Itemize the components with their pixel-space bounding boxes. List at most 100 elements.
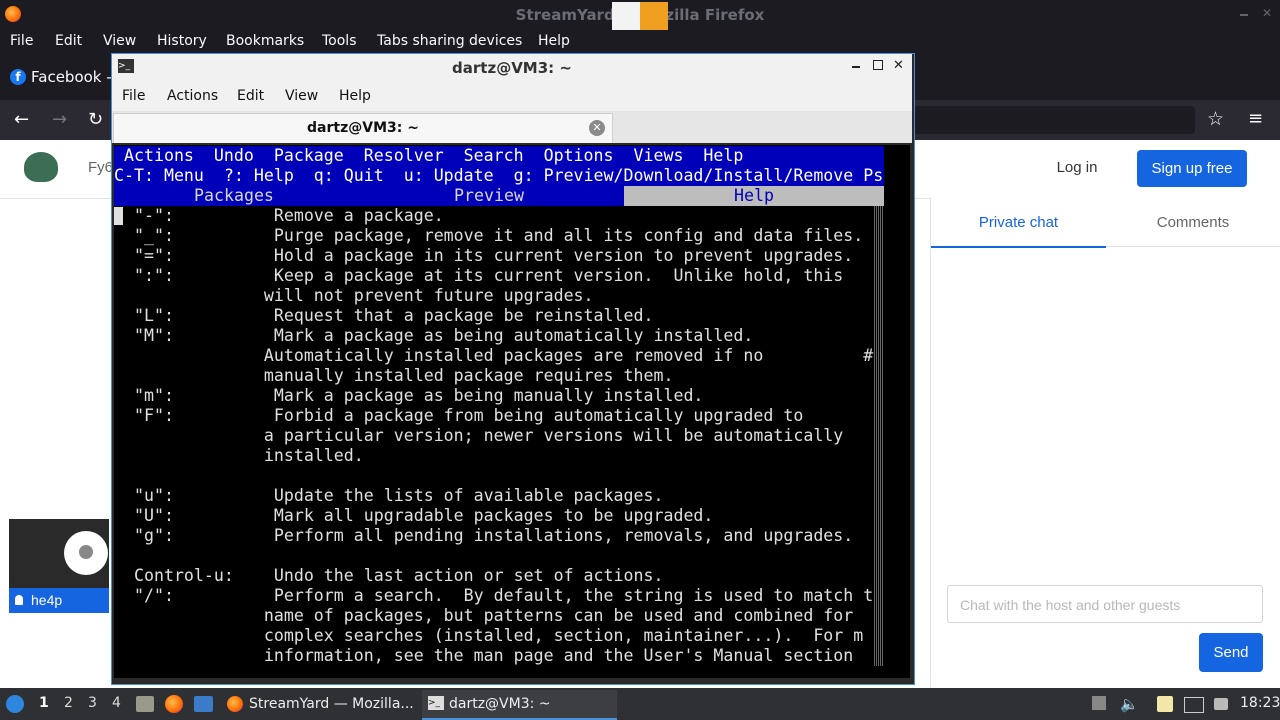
chat-input[interactable]: Chat with the host and other guests bbox=[947, 585, 1263, 623]
minimize-icon[interactable] bbox=[1240, 14, 1248, 16]
menu-bookmarks[interactable]: Bookmarks bbox=[226, 33, 304, 49]
clock[interactable]: 18:23 bbox=[1240, 695, 1280, 711]
terminal-tab[interactable]: dartz@VM3: ~ ✕ bbox=[113, 113, 613, 143]
file-manager-icon[interactable] bbox=[136, 696, 154, 712]
maximize-icon[interactable] bbox=[873, 60, 883, 70]
menu-tabs-sharing-devices[interactable]: Tabs sharing devices bbox=[377, 33, 522, 49]
menu-tools[interactable]: Tools bbox=[322, 33, 357, 49]
help-line: ":": Keep a package at its current versi… bbox=[114, 266, 844, 285]
task-terminal[interactable]: >_ dartz@VM3: ~ bbox=[422, 690, 617, 720]
workspace-2[interactable]: 2 bbox=[64, 695, 73, 711]
help-line: "m": Mark a package as being manually in… bbox=[114, 386, 704, 405]
terminal-menubar: File Actions Edit View Help bbox=[112, 81, 912, 111]
help-line: "-": Remove a package. bbox=[114, 206, 444, 225]
help-line: a particular version; newer versions wil… bbox=[114, 426, 844, 445]
user-icon bbox=[79, 545, 93, 559]
help-line: "F": Forbid a package from being automat… bbox=[114, 406, 804, 425]
help-line: "L": Request that a package be reinstall… bbox=[114, 306, 654, 325]
notes-icon[interactable] bbox=[1157, 696, 1173, 712]
guest-name-bar: he4p bbox=[9, 588, 109, 613]
terminal-titlebar: >_ dartz@VM3: ~ ✕ bbox=[112, 54, 912, 81]
help-line: installed. bbox=[114, 446, 364, 465]
person-icon bbox=[15, 595, 23, 605]
help-line bbox=[114, 466, 884, 486]
terminal-scrollbar[interactable] bbox=[874, 206, 884, 666]
network-icon[interactable] bbox=[1184, 697, 1204, 713]
terminal-icon: >_ bbox=[428, 696, 444, 710]
task-label: StreamYard — Mozilla... bbox=[249, 696, 414, 712]
task-label: dartz@VM3: ~ bbox=[449, 696, 551, 712]
help-line: Automatically installed packages are rem… bbox=[114, 346, 874, 365]
help-line: "M": Mark a package as being automatical… bbox=[114, 326, 754, 345]
notifications-icon[interactable] bbox=[1214, 698, 1228, 710]
menu-help[interactable]: Help bbox=[538, 33, 570, 49]
aptitude-keybindings: C-T: Menu ?: Help q: Quit u: Update g: P… bbox=[114, 166, 884, 186]
terminal-tab-label: dartz@VM3: ~ bbox=[307, 120, 419, 136]
aptitude-tab-help[interactable]: Help bbox=[624, 186, 884, 206]
workspace-3[interactable]: 3 bbox=[88, 695, 97, 711]
aptitude-menubar[interactable]: Actions Undo Package Resolver Search Opt… bbox=[114, 146, 884, 166]
task-streamyard-firefox[interactable]: StreamYard — Mozilla... bbox=[222, 690, 418, 718]
tab-facebook[interactable]: Facebook - l bbox=[31, 68, 121, 86]
forward-icon[interactable]: → bbox=[52, 109, 67, 130]
help-line: information, see the man page and the Us… bbox=[114, 646, 854, 665]
terminal-menu-edit[interactable]: Edit bbox=[237, 88, 264, 104]
terminal-cursor bbox=[114, 207, 123, 225]
aptitude-help-text: "-": Remove a package. "_": Purge packag… bbox=[114, 206, 884, 676]
streamyard-duck-logo-icon[interactable] bbox=[24, 152, 58, 182]
back-icon[interactable]: ← bbox=[14, 109, 29, 130]
help-line: "_": Purge package, remove it and all it… bbox=[114, 226, 864, 245]
tab-comments[interactable]: Comments bbox=[1106, 200, 1280, 247]
help-line: "g": Perform all pending installations, … bbox=[114, 526, 854, 545]
facebook-icon: f bbox=[10, 69, 26, 85]
help-line: Control-u: Undo the last action or set o… bbox=[114, 566, 664, 585]
reload-icon[interactable]: ↻ bbox=[88, 109, 103, 130]
avatar bbox=[64, 531, 108, 575]
terminal-title: dartz@VM3: ~ bbox=[452, 59, 572, 77]
help-line bbox=[114, 546, 884, 566]
tab-private-chat[interactable]: Private chat bbox=[931, 200, 1106, 248]
terminal-menu-file[interactable]: File bbox=[122, 88, 145, 104]
start-menu-icon[interactable] bbox=[6, 695, 24, 713]
help-line: "U": Mark all upgradable packages to be … bbox=[114, 506, 714, 525]
terminal-menu-actions[interactable]: Actions bbox=[167, 88, 218, 104]
help-line: will not prevent future upgrades. bbox=[114, 286, 594, 305]
partial-title: Fy6 bbox=[88, 159, 114, 176]
firefox-sharing-indicator-icon[interactable] bbox=[612, 2, 640, 30]
help-line: name of packages, but patterns can be us… bbox=[114, 606, 854, 625]
aptitude-tab-packages[interactable]: Packages bbox=[194, 186, 274, 206]
close-tab-icon[interactable]: ✕ bbox=[589, 120, 605, 136]
help-line: manually installed package requires them… bbox=[114, 366, 674, 385]
menu-history[interactable]: History bbox=[157, 33, 207, 49]
firefox-launcher-icon[interactable] bbox=[165, 695, 183, 713]
microphone-sharing-icon[interactable] bbox=[640, 2, 668, 30]
firefox-menubar: File Edit View History Bookmarks Tools T… bbox=[0, 30, 1280, 53]
firefox-titlebar: StreamYard — Mozilla Firefox ✕ bbox=[0, 0, 1280, 30]
minimize-icon[interactable] bbox=[852, 66, 860, 68]
menu-edit[interactable]: Edit bbox=[55, 33, 82, 49]
taskbar: 1 2 3 4 🔈 18:23 bbox=[0, 688, 1280, 720]
signup-button[interactable]: Sign up free bbox=[1137, 150, 1247, 187]
desktop-icon[interactable] bbox=[194, 696, 213, 712]
aptitude-tab-preview[interactable]: Preview bbox=[454, 186, 524, 206]
guest-name: he4p bbox=[31, 592, 63, 608]
send-button[interactable]: Send bbox=[1199, 633, 1263, 672]
workspace-1[interactable]: 1 bbox=[39, 695, 49, 711]
hamburger-menu-icon[interactable]: ≡ bbox=[1248, 108, 1263, 129]
bookmark-star-icon[interactable]: ☆ bbox=[1207, 108, 1224, 130]
help-line: complex searches (installed, section, ma… bbox=[114, 626, 864, 645]
volume-icon[interactable]: 🔈 bbox=[1120, 695, 1139, 713]
help-line: "/": Perform a search. By default, the s… bbox=[114, 586, 874, 605]
login-link[interactable]: Log in bbox=[1040, 159, 1114, 181]
terminal-menu-help[interactable]: Help bbox=[339, 88, 371, 104]
updates-icon[interactable] bbox=[1092, 696, 1106, 710]
close-icon[interactable]: ✕ bbox=[1262, 7, 1272, 19]
terminal-menu-view[interactable]: View bbox=[285, 88, 318, 104]
help-line: "=": Hold a package in its current versi… bbox=[114, 246, 854, 265]
menu-view[interactable]: View bbox=[103, 33, 136, 49]
help-line: "u": Update the lists of available packa… bbox=[114, 486, 664, 505]
url-bar[interactable] bbox=[905, 106, 1195, 134]
menu-file[interactable]: File bbox=[10, 33, 33, 49]
workspace-4[interactable]: 4 bbox=[112, 695, 121, 711]
close-icon[interactable]: ✕ bbox=[893, 58, 904, 73]
